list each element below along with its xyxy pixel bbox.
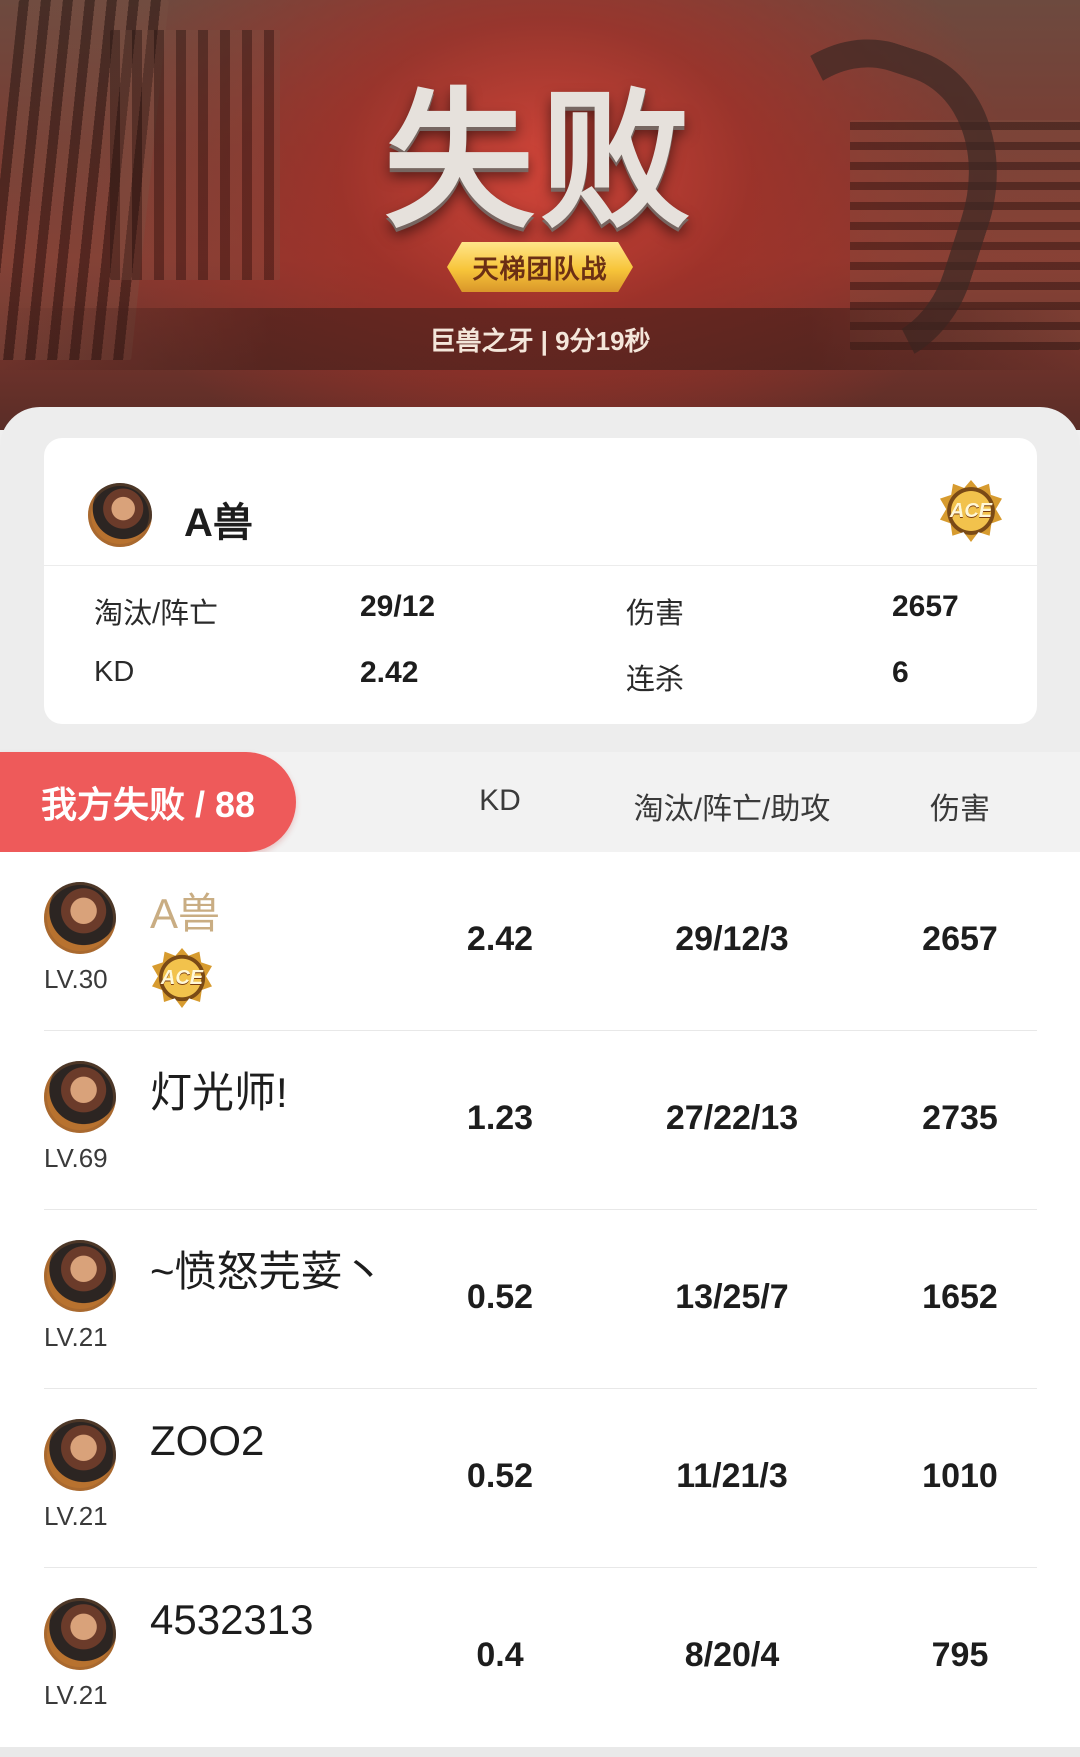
ace-badge-icon: ACE	[940, 480, 1002, 542]
table-row[interactable]: LV.21 ZOO2 0.52 11/21/3 1010	[0, 1389, 1080, 1568]
player-kda: 11/21/3	[676, 1457, 788, 1495]
player-level: LV.21	[44, 1501, 108, 1531]
result-banner: 失败 天梯团队战 巨兽之牙 | 9分19秒	[0, 0, 1080, 430]
player-kd: 0.4	[476, 1636, 524, 1674]
streak-label: 连杀	[626, 664, 685, 696]
player-kda: 29/12/3	[675, 920, 789, 958]
player-level: LV.30	[44, 964, 108, 994]
player-level: LV.69	[44, 1143, 108, 1173]
elims-deaths-value: 29/12	[360, 590, 436, 623]
player-damage: 2657	[922, 920, 998, 958]
player-kd: 2.42	[466, 920, 534, 958]
table-row[interactable]: LV.21 4532313 0.4 8/20/4 795	[0, 1568, 1080, 1747]
avatar[interactable]	[44, 1598, 116, 1670]
avatar[interactable]	[44, 1240, 116, 1312]
player-kda: 27/22/13	[665, 1099, 799, 1137]
player-kd: 0.52	[466, 1278, 534, 1316]
player-kda: 8/20/4	[684, 1636, 780, 1674]
column-header-kda: 淘汰/阵亡/助攻	[633, 793, 831, 826]
team-result-pill: 我方失败 / 88	[0, 752, 296, 852]
result-title: 失败	[383, 75, 696, 249]
bottom-band	[0, 1747, 1080, 1757]
team-result-label: 我方失败 / 88	[40, 784, 256, 825]
damage-label: 伤害	[626, 598, 685, 630]
avatar[interactable]	[44, 1061, 116, 1133]
player-summary-card[interactable]: A兽 ACE 淘汰/阵亡 29/12 伤害 2657 KD 2.42 连杀 6	[44, 438, 1037, 724]
player-name: A兽	[184, 501, 253, 545]
player-name: ZOO2	[150, 1417, 265, 1464]
avatar[interactable]	[44, 882, 116, 954]
player-name: ~愤怒芫荽丶	[150, 1248, 385, 1295]
table-row[interactable]: LV.30 A兽 ACE 2.42 29/12/3 2657	[0, 852, 1080, 1031]
match-info: 巨兽之牙 | 9分19秒	[429, 325, 651, 356]
mode-badge: 天梯团队战	[447, 242, 633, 292]
player-table: LV.30 A兽 ACE 2.42 29/12/3 2657 LV.69 灯光师…	[0, 852, 1080, 1747]
column-header-kd: KD	[479, 784, 521, 817]
elims-deaths-label: 淘汰/阵亡	[94, 598, 219, 630]
player-damage: 795	[931, 1636, 989, 1674]
player-damage: 1652	[922, 1278, 998, 1316]
player-kd: 0.52	[466, 1457, 534, 1495]
avatar[interactable]	[44, 1419, 116, 1491]
player-kda: 13/25/7	[675, 1278, 789, 1316]
player-card-header: A兽 ACE	[44, 438, 1037, 566]
streak-value: 6	[892, 656, 909, 689]
player-kd: 1.23	[466, 1099, 534, 1137]
player-level: LV.21	[44, 1680, 108, 1710]
player-level: LV.21	[44, 1322, 108, 1352]
player-damage: 2735	[922, 1099, 998, 1137]
table-row[interactable]: LV.21 ~愤怒芫荽丶 0.52 13/25/7 1652	[0, 1210, 1080, 1389]
player-name: A兽	[150, 890, 221, 937]
table-row[interactable]: LV.69 灯光师! 1.23 27/22/13 2735	[0, 1031, 1080, 1210]
kd-label: KD	[94, 656, 135, 688]
column-header-damage: 伤害	[930, 793, 990, 826]
player-name: 4532313	[150, 1596, 314, 1643]
kd-value: 2.42	[360, 656, 419, 689]
player-name: 灯光师!	[150, 1069, 288, 1116]
match-info-bar: 巨兽之牙 | 9分19秒	[0, 308, 1080, 370]
player-damage: 1010	[922, 1457, 998, 1495]
mode-label: 天梯团队战	[472, 253, 608, 284]
avatar[interactable]	[88, 483, 152, 547]
damage-value: 2657	[892, 590, 959, 623]
ace-badge-icon: ACE	[152, 948, 212, 1008]
team-header: 我方失败 / 88 KD 淘汰/阵亡/助攻 伤害	[0, 752, 1080, 852]
